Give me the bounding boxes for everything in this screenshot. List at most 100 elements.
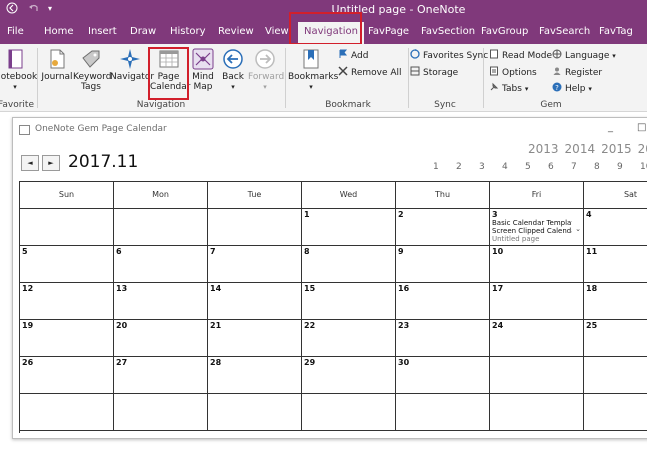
calendar-day-cell[interactable] (20, 209, 114, 246)
calendar-day-cell[interactable]: 5 (20, 246, 114, 283)
calendar-day-cell[interactable] (114, 209, 208, 246)
calendar-day-cell[interactable]: 8 (302, 246, 396, 283)
tab-favgroup[interactable]: FavGroup (481, 26, 528, 37)
notebook-button[interactable]: Notebook▾ (0, 48, 37, 92)
tabs-button[interactable]: Tabs ▾ (489, 82, 528, 94)
page-entry-link[interactable]: Untitled page (492, 235, 572, 243)
calendar-day-cell[interactable] (114, 394, 208, 431)
next-month-button[interactable]: ► (42, 155, 60, 171)
calendar-day-cell[interactable]: 4 (584, 209, 647, 246)
page-entry-link[interactable]: Basic Calendar Templat (492, 219, 572, 227)
calendar-day-cell[interactable]: 7 (208, 246, 302, 283)
calendar-day-cell[interactable]: 22 (302, 320, 396, 357)
help-button[interactable]: ? Help ▾ (552, 82, 592, 94)
calendar-day-cell[interactable]: 18 (584, 283, 647, 320)
year-option[interactable]: 2016 (638, 142, 647, 156)
bookmarks-button[interactable]: Bookmarks ▾ (288, 48, 338, 92)
mind-map-button[interactable]: Mind Map (190, 48, 216, 92)
forward-button[interactable]: Forward ▾ (248, 48, 285, 92)
calendar-day-cell[interactable] (584, 394, 647, 431)
calendar-day-cell[interactable]: 24 (490, 320, 584, 357)
calendar-day-cell[interactable] (208, 209, 302, 246)
tab-review[interactable]: Review (218, 26, 254, 37)
calendar-day-cell[interactable]: 29 (302, 357, 396, 394)
day-number: 25 (586, 321, 598, 330)
month-option[interactable]: 5 (525, 162, 548, 172)
calendar-day-cell[interactable]: 26 (20, 357, 114, 394)
calendar-day-cell[interactable]: 30 (396, 357, 490, 394)
tab-history[interactable]: History (170, 26, 206, 37)
calendar-day-cell[interactable]: 9 (396, 246, 490, 283)
calendar-day-cell[interactable] (208, 394, 302, 431)
calendar-day-cell[interactable]: 3 Basic Calendar Templat Screen Clipped Ca… (490, 209, 584, 246)
calendar-day-cell[interactable]: 13 (114, 283, 208, 320)
calendar-day-cell[interactable]: 6 (114, 246, 208, 283)
read-mode-icon (490, 49, 498, 59)
calendar-day-cell[interactable]: 12 (20, 283, 114, 320)
remove-all-button[interactable]: Remove All (338, 66, 402, 78)
language-button[interactable]: Language ▾ (552, 49, 616, 61)
year-option[interactable]: 2013 (528, 142, 559, 156)
prev-month-button[interactable]: ◄ (21, 155, 39, 171)
calendar-day-cell[interactable] (490, 394, 584, 431)
month-option[interactable]: 1 (433, 162, 456, 172)
year-option[interactable]: 2015 (601, 142, 632, 156)
options-button[interactable]: Options (489, 66, 537, 78)
journal-button[interactable]: Journal (40, 48, 74, 82)
calendar-day-cell[interactable]: 11 (584, 246, 647, 283)
month-option[interactable]: 7 (571, 162, 594, 172)
tab-file[interactable]: File (7, 26, 24, 37)
month-option[interactable]: 4 (502, 162, 525, 172)
calendar-day-cell[interactable]: 14 (208, 283, 302, 320)
tab-favpage[interactable]: FavPage (368, 26, 409, 37)
tab-home[interactable]: Home (44, 26, 74, 37)
month-option[interactable]: 8 (594, 162, 617, 172)
calendar-day-cell[interactable] (584, 357, 647, 394)
favorites-sync-button[interactable]: Favorites Sync (410, 49, 488, 61)
minimize-button[interactable]: _ (608, 122, 613, 133)
tab-insert[interactable]: Insert (88, 26, 117, 37)
calendar-day-cell[interactable]: 15 (302, 283, 396, 320)
calendar-day-cell[interactable] (490, 357, 584, 394)
keyword-tags-button[interactable]: Keyword Tags (73, 48, 111, 92)
calendar-day-cell[interactable]: 27 (114, 357, 208, 394)
calendar-day-cell[interactable]: 28 (208, 357, 302, 394)
tab-view[interactable]: View (265, 26, 289, 37)
tab-favtag[interactable]: FavTag (599, 26, 633, 37)
tab-favsearch[interactable]: FavSearch (539, 26, 590, 37)
calendar-day-cell[interactable]: 16 (396, 283, 490, 320)
help-icon: ? (552, 82, 562, 92)
calendar-day-cell[interactable]: 23 (396, 320, 490, 357)
calendar-day-cell[interactable] (302, 394, 396, 431)
day-number: 26 (22, 358, 34, 367)
calendar-day-cell[interactable] (20, 394, 114, 431)
back-button[interactable]: Back ▾ (219, 48, 247, 92)
register-button[interactable]: Register (552, 66, 602, 78)
storage-button[interactable]: Storage (410, 66, 458, 78)
page-entry-link[interactable]: Screen Clipped Calenda (492, 227, 572, 235)
calendar-day-cell[interactable]: 10 (490, 246, 584, 283)
calendar-day-cell[interactable]: 21 (208, 320, 302, 357)
year-option[interactable]: 2014 (565, 142, 596, 156)
calendar-day-cell[interactable]: 25 (584, 320, 647, 357)
maximize-button[interactable]: □ (637, 122, 646, 133)
month-option[interactable]: 6 (548, 162, 571, 172)
tab-draw[interactable]: Draw (130, 26, 156, 37)
tab-favsection[interactable]: FavSection (421, 26, 475, 37)
calendar-day-cell[interactable]: 2 (396, 209, 490, 246)
month-option[interactable]: 10 (640, 162, 647, 172)
forward-label: Forward (248, 72, 285, 82)
calendar-day-cell[interactable]: 17 (490, 283, 584, 320)
add-bookmark-button[interactable]: Add (338, 49, 368, 61)
calendar-day-cell[interactable]: 20 (114, 320, 208, 357)
calendar-day-cell[interactable]: 1 (302, 209, 396, 246)
month-option[interactable]: 2 (456, 162, 479, 172)
compass-star-icon (120, 49, 140, 69)
read-mode-button[interactable]: Read Mode (489, 49, 552, 61)
month-option[interactable]: 9 (617, 162, 640, 172)
calendar-day-cell[interactable] (396, 394, 490, 431)
month-option[interactable]: 3 (479, 162, 502, 172)
navigator-button[interactable]: Navigator (110, 48, 154, 82)
cell-scroll-down-icon[interactable]: ⌄ (575, 225, 581, 233)
calendar-day-cell[interactable]: 19 (20, 320, 114, 357)
